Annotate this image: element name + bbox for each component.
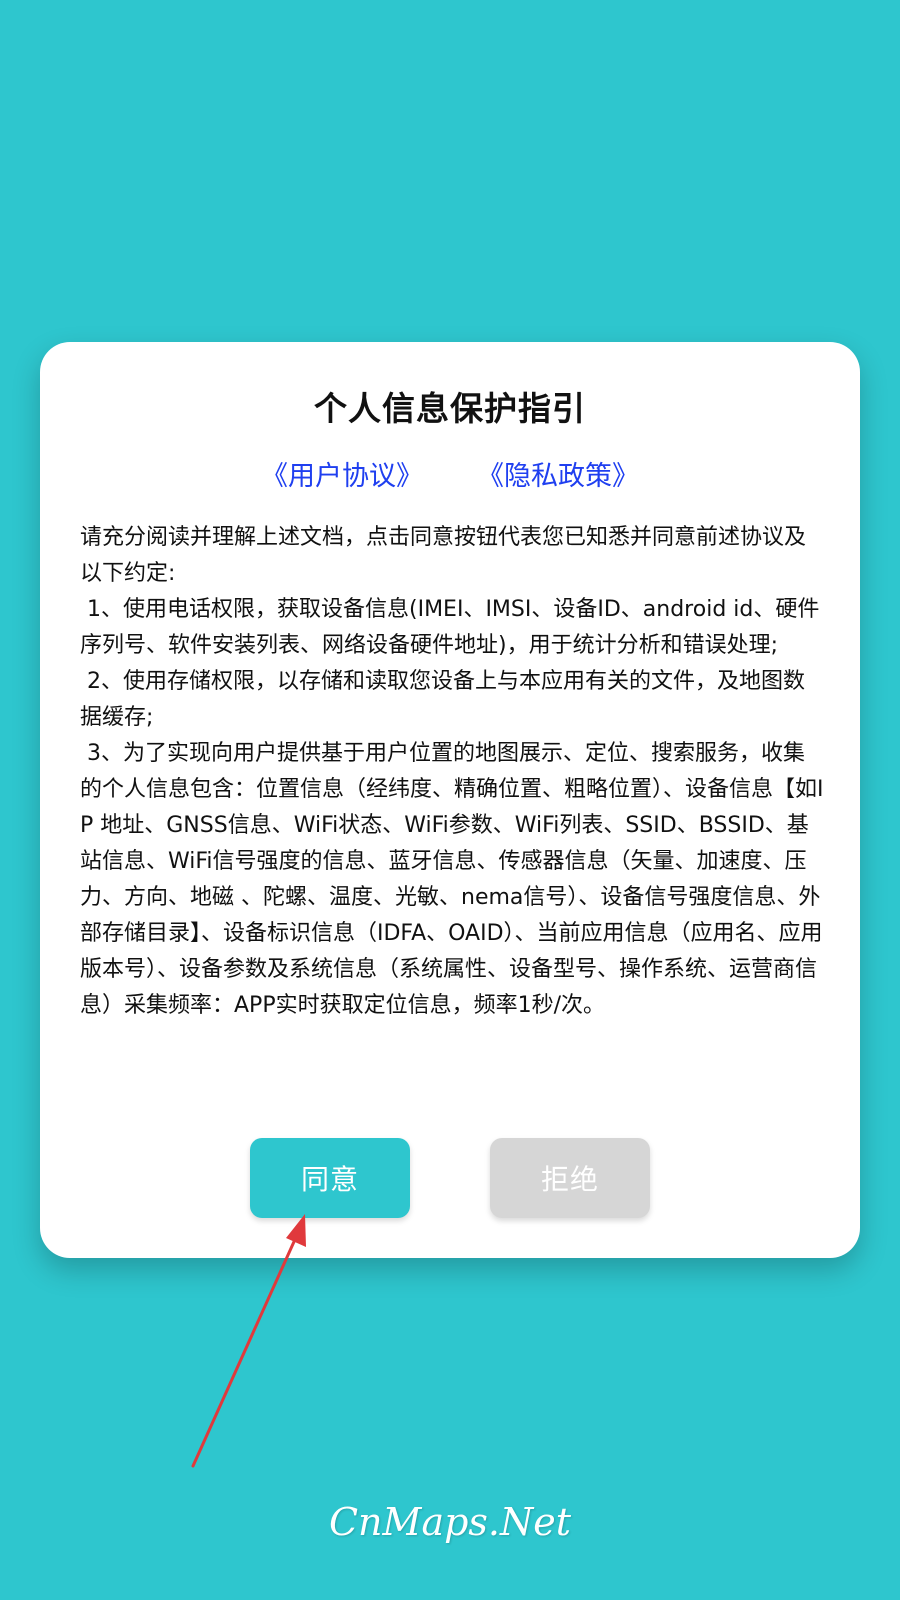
agree-button[interactable]: 同意	[250, 1138, 410, 1218]
policy-links: 《用户协议》 《隐私政策》	[40, 454, 860, 493]
privacy-policy-link[interactable]: 《隐私政策》	[477, 461, 639, 492]
dialog-title: 个人信息保护指引	[314, 389, 586, 428]
privacy-dialog: 个人信息保护指引 《用户协议》 《隐私政策》 请充分阅读并理解上述文档，点击同意按…	[40, 342, 860, 1258]
user-agreement-link[interactable]: 《用户协议》	[261, 461, 423, 492]
privacy-body-text: 请充分阅读并理解上述文档，点击同意按钮代表您已知悉并同意前述协议及以下约定: 1…	[80, 525, 824, 1018]
watermark-logo: CnMaps.Net	[328, 1500, 572, 1544]
refuse-button[interactable]: 拒绝	[490, 1138, 650, 1218]
